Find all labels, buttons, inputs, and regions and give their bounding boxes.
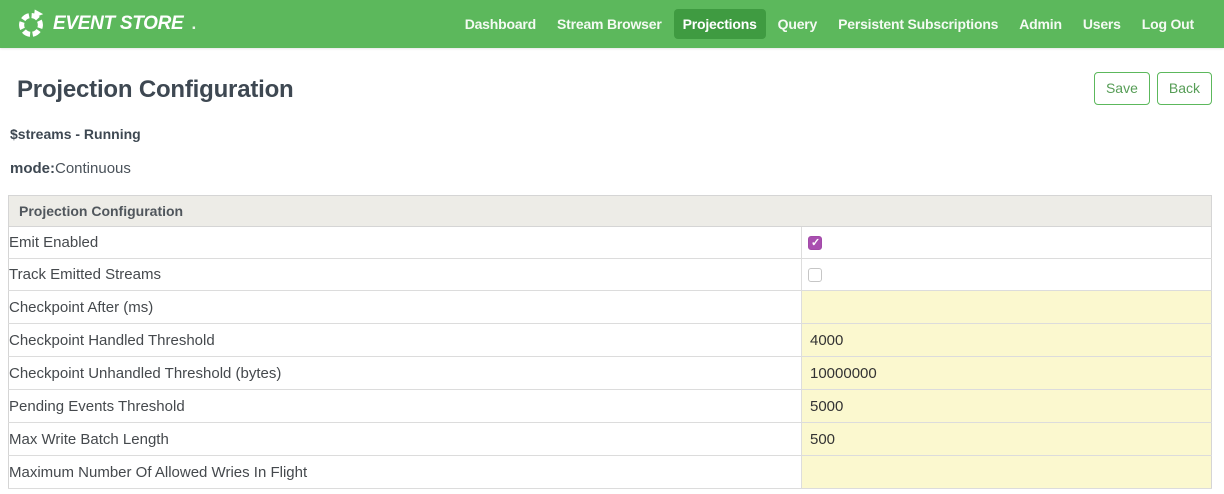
nav-item-stream-browser[interactable]: Stream Browser [548, 9, 671, 39]
config-row-value [802, 456, 1212, 489]
config-row-max-write-batch-length: Max Write Batch Length [9, 423, 1212, 456]
page-header: Projection Configuration Save Back [8, 72, 1212, 105]
event-store-logo-icon [16, 9, 46, 39]
checkpoint-handled-threshold-input[interactable] [802, 324, 1211, 356]
max-write-batch-length-input[interactable] [802, 423, 1211, 455]
config-table: Projection Configuration Emit EnabledTra… [8, 195, 1212, 489]
projection-status: $streams - Running [10, 126, 1212, 142]
config-row-value [802, 390, 1212, 423]
nav-item-dashboard[interactable]: Dashboard [456, 9, 545, 39]
track-emitted-streams-checkbox[interactable] [808, 268, 822, 282]
save-button[interactable]: Save [1094, 72, 1150, 105]
config-row-label: Checkpoint Unhandled Threshold (bytes) [9, 357, 802, 390]
config-row-value [802, 259, 1212, 291]
config-row-value [802, 423, 1212, 456]
nav-item-users[interactable]: Users [1074, 9, 1130, 39]
projection-mode: mode:Continuous [10, 160, 1212, 177]
config-row-label: Max Write Batch Length [9, 423, 802, 456]
config-row-checkpoint-unhandled-threshold-bytes: Checkpoint Unhandled Threshold (bytes) [9, 357, 1212, 390]
brand-dot: . [191, 14, 196, 34]
config-row-checkpoint-handled-threshold: Checkpoint Handled Threshold [9, 324, 1212, 357]
config-row-track-emitted-streams: Track Emitted Streams [9, 259, 1212, 291]
back-button[interactable]: Back [1157, 72, 1212, 105]
config-row-emit-enabled: Emit Enabled [9, 227, 1212, 259]
header-buttons: Save Back [1094, 72, 1212, 105]
config-row-label: Track Emitted Streams [9, 259, 802, 291]
config-row-value [802, 291, 1212, 324]
checkpoint-after-ms-input[interactable] [802, 291, 1211, 323]
config-row-label: Pending Events Threshold [9, 390, 802, 423]
config-table-header: Projection Configuration [9, 196, 1212, 227]
brand-text: EVENT STORE [53, 13, 183, 35]
nav-item-persistent-subscriptions[interactable]: Persistent Subscriptions [829, 9, 1007, 39]
config-table-header-row: Projection Configuration [9, 196, 1212, 227]
config-row-checkpoint-after-ms: Checkpoint After (ms) [9, 291, 1212, 324]
checkpoint-unhandled-threshold-bytes-input[interactable] [802, 357, 1211, 389]
config-row-maximum-number-of-allowed-wries-in-flight: Maximum Number Of Allowed Wries In Fligh… [9, 456, 1212, 489]
top-navbar: EVENT STORE. DashboardStream BrowserProj… [0, 0, 1224, 48]
config-row-label: Maximum Number Of Allowed Wries In Fligh… [9, 456, 802, 489]
nav-item-query[interactable]: Query [769, 9, 826, 39]
config-row-value [802, 227, 1212, 259]
mode-label: mode: [10, 160, 55, 177]
nav-item-admin[interactable]: Admin [1010, 9, 1071, 39]
nav-menu: DashboardStream BrowserProjectionsQueryP… [456, 9, 1203, 39]
nav-item-log-out[interactable]: Log Out [1133, 9, 1203, 39]
mode-value: Continuous [55, 160, 131, 177]
page-content: Projection Configuration Save Back $stre… [0, 72, 1224, 489]
emit-enabled-checkbox[interactable] [808, 236, 822, 250]
config-row-pending-events-threshold: Pending Events Threshold [9, 390, 1212, 423]
config-row-label: Checkpoint Handled Threshold [9, 324, 802, 357]
config-row-label: Emit Enabled [9, 227, 802, 259]
nav-item-projections[interactable]: Projections [674, 9, 766, 39]
config-row-label: Checkpoint After (ms) [9, 291, 802, 324]
event-store-brand[interactable]: EVENT STORE. [16, 9, 196, 39]
maximum-number-of-allowed-wries-in-flight-input[interactable] [802, 456, 1211, 488]
pending-events-threshold-input[interactable] [802, 390, 1211, 422]
config-row-value [802, 357, 1212, 390]
config-row-value [802, 324, 1212, 357]
page-title: Projection Configuration [17, 76, 294, 104]
